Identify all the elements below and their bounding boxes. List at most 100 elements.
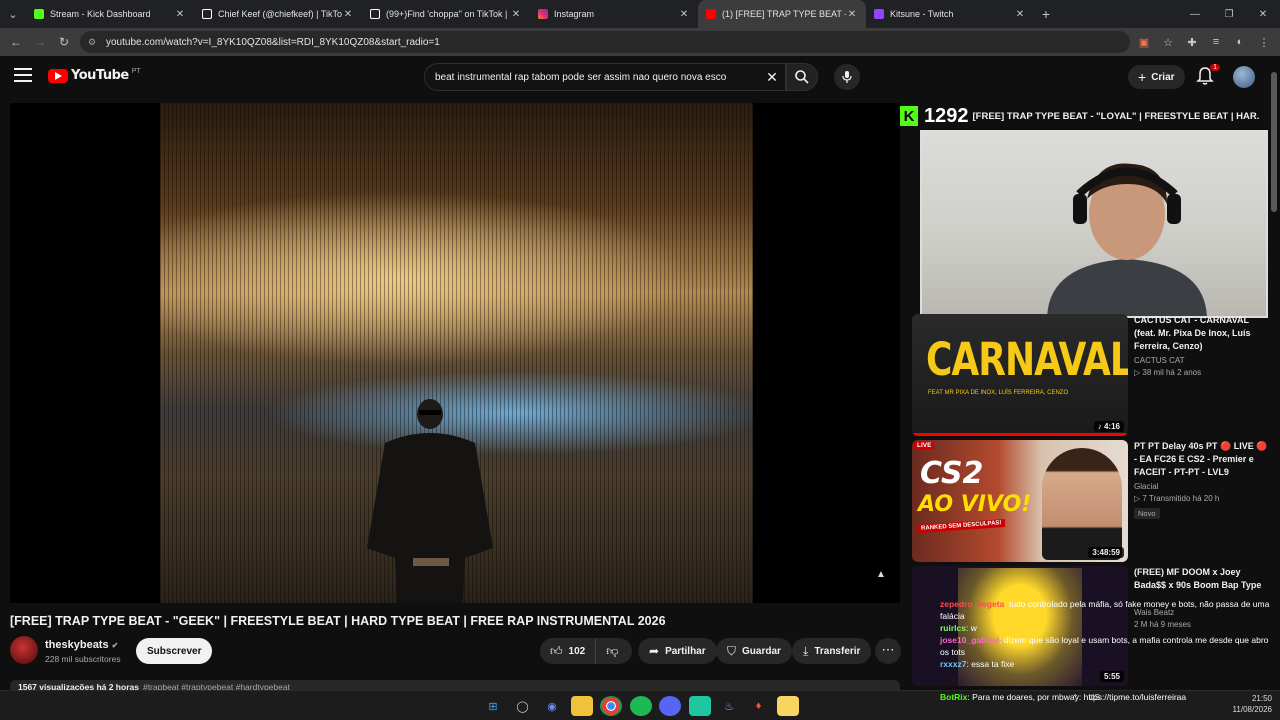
youtube-play-icon <box>48 68 68 83</box>
stream-chat-overlay: zepedro_vegeta: tudo controlado pela máf… <box>940 598 1278 670</box>
youtube-header: YouTube PT beat instrumental rap tabom p… <box>0 56 1280 98</box>
browser-tab[interactable]: Instagram ✕ <box>530 0 698 28</box>
chevron-up-icon[interactable]: ⌃ <box>1072 693 1079 702</box>
close-tab-icon[interactable]: ✕ <box>510 9 522 20</box>
restore-icon[interactable]: ❐ <box>1212 9 1246 20</box>
search-taskbar-icon[interactable]: ◯ <box>512 696 534 716</box>
recommended-title[interactable]: PT PT Delay 40s PT 🔴 LIVE 🔴 - EA FC26 E … <box>1134 440 1268 479</box>
browser-tab[interactable]: (99+)Find 'choppa'' on TikTok | ✕ <box>362 0 530 28</box>
scrollbar-thumb[interactable] <box>1271 72 1277 212</box>
search-input[interactable]: beat instrumental rap tabom pode ser ass… <box>424 63 786 91</box>
system-clock[interactable]: 21:50 11/08/2026 <box>1233 693 1272 715</box>
search-query: beat instrumental rap tabom pode ser ass… <box>435 71 727 83</box>
new-tab-button[interactable]: + <box>1034 6 1058 22</box>
bookmark-star-icon[interactable]: ☆ <box>1156 36 1180 49</box>
file-explorer-icon[interactable] <box>570 696 593 716</box>
browser-tab[interactable]: Stream - Kick Dashboard ✕ <box>26 0 194 28</box>
mix-icon: ▷ <box>1134 494 1141 503</box>
chrome-menu-icon[interactable]: ⋮ <box>1252 36 1276 49</box>
download-button[interactable]: ⤓ Transferir <box>792 638 872 664</box>
plus-icon: + <box>1138 69 1147 85</box>
address-bar[interactable]: ⚙ youtube.com/watch?v=I_8YK10QZ08&list=R… <box>80 31 1130 53</box>
close-tab-icon[interactable]: ✕ <box>174 9 186 20</box>
streamer-figure <box>1047 163 1207 316</box>
subscribe-button[interactable]: Subscrever <box>136 638 213 664</box>
bot-message: BotRix: Para me doares, por mbway: https… <box>940 692 1187 702</box>
clear-search-icon[interactable]: ✕ <box>759 69 785 86</box>
recommended-channel[interactable]: CACTUS CAT <box>1134 356 1268 365</box>
menu-icon[interactable] <box>14 68 32 82</box>
duration-badge: ♪ 4:16 <box>1093 421 1124 432</box>
channel-name[interactable]: theskybeats ✔ <box>45 639 118 651</box>
app-icon[interactable] <box>688 696 711 716</box>
back-icon[interactable]: ← <box>4 35 28 49</box>
more-actions-button[interactable]: ⋯ <box>875 638 901 664</box>
tiktok-icon <box>202 9 212 19</box>
channel-avatar[interactable] <box>10 636 38 664</box>
steam-icon[interactable]: ♨ <box>718 696 740 716</box>
windows-start-icon[interactable]: ⊞ <box>482 696 504 716</box>
notifications-button[interactable]: 1 <box>1196 64 1220 88</box>
video-thumbnail[interactable]: CARNAVAL FEAT MR PIXA DE INOX, LUÍS FERR… <box>912 314 1128 436</box>
notes-icon[interactable] <box>777 696 799 716</box>
overlay-now-playing: [FREE] TRAP TYPE BEAT - "LOYAL" | FREEST… <box>972 110 1261 122</box>
language-indicator[interactable]: US <box>1089 693 1100 702</box>
system-tray: ⌃ US <box>1072 693 1110 702</box>
like-dislike-group: 👍︎ 102 👎︎ <box>540 638 632 664</box>
close-window-icon[interactable]: ✕ <box>1246 9 1280 20</box>
video-thumbnail[interactable]: LIVE CS2 AO VIVO! RANKED SEM DESCULPAS! … <box>912 440 1128 562</box>
spotify-icon[interactable] <box>629 696 652 716</box>
recommended-title[interactable]: CACTUS CAT - CARNAVAL (feat. Mr. Pixa De… <box>1134 314 1268 353</box>
recommended-channel[interactable]: Glacial <box>1134 482 1268 491</box>
more-icon: ⋯ <box>881 642 895 657</box>
close-tab-icon[interactable]: ✕ <box>1014 9 1026 20</box>
recommended-title[interactable]: (FREE) MF DOOM x Joey Bada$$ x 90s Boom … <box>1134 566 1268 592</box>
discord-icon[interactable] <box>659 696 681 716</box>
close-tab-icon[interactable]: ✕ <box>678 9 690 20</box>
forward-icon[interactable]: → <box>28 35 52 49</box>
browser-tab[interactable]: Kitsune - Twitch ✕ <box>866 0 1034 28</box>
chrome-icon[interactable] <box>600 696 622 716</box>
reload-icon[interactable]: ↻ <box>52 35 76 49</box>
recommended-video[interactable]: CARNAVAL FEAT MR PIXA DE INOX, LUÍS FERR… <box>912 314 1268 436</box>
cursor-icon: ▲ <box>876 569 886 580</box>
close-tab-icon[interactable]: ✕ <box>342 9 354 20</box>
video-player[interactable]: ▲ <box>10 103 900 603</box>
search-icon <box>795 70 809 84</box>
like-button[interactable]: 👍︎ 102 <box>540 638 597 664</box>
brave-icon[interactable]: ♦ <box>748 696 770 716</box>
site-info-icon[interactable]: ⚙ <box>88 37 102 48</box>
share-button[interactable]: ➦ Partilhar <box>638 638 717 664</box>
search-button[interactable] <box>786 63 818 91</box>
tab-search-icon[interactable]: ⌄ <box>0 0 26 28</box>
kick-icon <box>34 9 44 19</box>
recommended-video[interactable]: LIVE CS2 AO VIVO! RANKED SEM DESCULPAS! … <box>912 440 1268 562</box>
account-avatar[interactable] <box>1233 66 1255 88</box>
url-text: youtube.com/watch?v=I_8YK10QZ08&list=RDI… <box>106 36 440 48</box>
task-view-icon[interactable]: ◉ <box>541 696 563 716</box>
thumbs-down-icon: 👎︎ <box>606 643 619 658</box>
live-badge: LIVE <box>914 442 935 449</box>
create-button[interactable]: + Criar <box>1128 65 1185 89</box>
browser-tab[interactable]: Chief Keef (@chiefkeef) | TikTok ✕ <box>194 0 362 28</box>
chat-message: zepedro_vegeta: tudo controlado pela máf… <box>940 599 1270 621</box>
close-tab-icon[interactable]: ✕ <box>846 9 858 20</box>
page-scrollbar[interactable] <box>1271 62 1277 682</box>
youtube-logo[interactable]: YouTube PT <box>48 68 141 83</box>
toolbar-actions: ▣ ☆ ✚ ≡ ◐ ⋮ <box>1132 28 1276 56</box>
chat-message: jose10_gabriel: dizem que são loyal e us… <box>940 635 1269 657</box>
media-control-icon[interactable]: ≡ <box>1204 36 1228 48</box>
download-icon: ⤓ <box>803 643 809 658</box>
voice-search-button[interactable] <box>834 64 860 90</box>
browser-toolbar: ← → ↻ ⚙ youtube.com/watch?v=I_8YK10QZ08&… <box>0 28 1280 56</box>
save-button[interactable]: ⛉ Guardar <box>716 638 792 664</box>
profile-icon[interactable]: ◐ <box>1228 36 1252 48</box>
duration-badge: 3:48:59 <box>1088 547 1124 558</box>
dislike-button[interactable]: 👎︎ <box>596 644 628 659</box>
extensions-puzzle-icon[interactable]: ✚ <box>1180 36 1204 49</box>
minimize-icon[interactable]: — <box>1178 9 1212 20</box>
watch-progress <box>912 433 1128 436</box>
browser-tab-active[interactable]: (1) [FREE] TRAP TYPE BEAT - "G ✕ <box>698 0 866 28</box>
duration-badge: 5:55 <box>1099 671 1124 682</box>
extension-icon[interactable]: ▣ <box>1132 36 1156 49</box>
